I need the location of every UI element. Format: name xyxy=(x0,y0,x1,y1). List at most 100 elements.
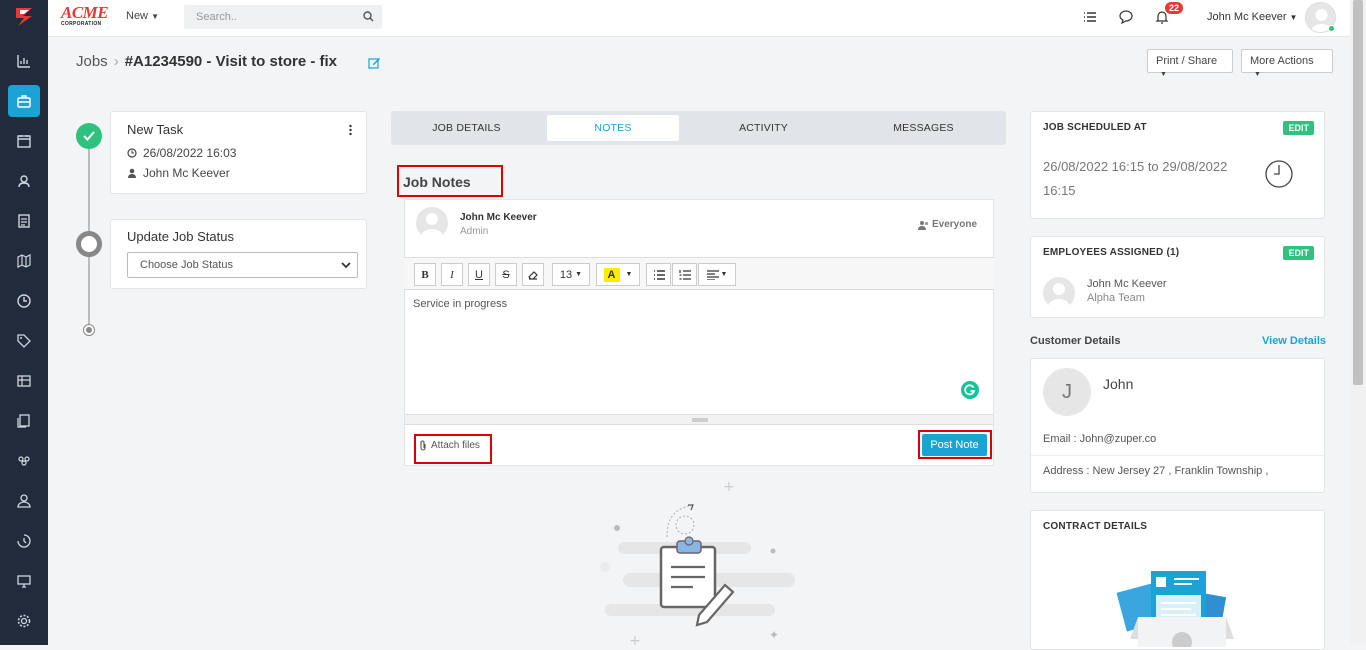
customer-name: John xyxy=(1103,376,1134,392)
chat-icon[interactable] xyxy=(1118,9,1134,25)
bullet-list-button[interactable] xyxy=(646,263,671,286)
font-size-dropdown[interactable]: 13 ▼ xyxy=(552,263,590,286)
search-input[interactable]: Search.. xyxy=(196,11,237,23)
history-icon[interactable] xyxy=(8,525,40,557)
note-editor xyxy=(404,199,994,466)
assets-icon[interactable] xyxy=(8,365,40,397)
align-dropdown[interactable]: ▼ xyxy=(698,263,736,286)
customer-avatar: J xyxy=(1043,368,1091,416)
notification-badge: 22 xyxy=(1165,2,1184,14)
schedule-range: 26/08/2022 16:15 to 29/08/2022 xyxy=(1043,159,1228,174)
author-avatar xyxy=(416,207,448,239)
edit-title-icon[interactable] xyxy=(368,56,381,69)
text-color-icon: A xyxy=(603,267,620,282)
highlight-color-button[interactable]: A ▼ xyxy=(596,263,640,286)
highlight-box xyxy=(918,430,992,459)
map-icon[interactable] xyxy=(8,245,40,277)
caret-down-icon: ▼ xyxy=(1160,71,1167,78)
caret-down-icon: ▼ xyxy=(151,12,159,21)
svg-text:+: + xyxy=(723,479,735,495)
new-dropdown[interactable]: New ▼ xyxy=(126,10,159,22)
visibility-selector[interactable]: Everyone xyxy=(918,219,977,230)
user-menu[interactable]: John Mc Keever ▼ xyxy=(1207,11,1297,23)
search-box[interactable]: Search.. xyxy=(184,5,382,29)
status-title: Update Job Status xyxy=(127,229,234,244)
users-icon[interactable] xyxy=(8,485,40,517)
editor-resize-handle[interactable] xyxy=(405,414,993,425)
page-title: #A1234590 - Visit to store - fix xyxy=(124,53,338,70)
view-details-link[interactable]: View Details xyxy=(1262,335,1326,347)
contract-title: CONTRACT DETAILS xyxy=(1043,521,1148,532)
job-status-select[interactable]: Choose Job Status xyxy=(127,252,358,278)
app-logo-icon[interactable] xyxy=(12,5,36,29)
team-icon[interactable] xyxy=(8,445,40,477)
list-icon[interactable] xyxy=(1082,9,1098,25)
page-scrollbar[interactable] xyxy=(1350,0,1366,645)
search-icon[interactable] xyxy=(363,11,374,22)
jobs-icon[interactable] xyxy=(8,85,40,117)
user-icon xyxy=(128,168,136,178)
contract-illustration-icon xyxy=(1116,571,1234,647)
tab-notes[interactable]: NOTES xyxy=(547,115,679,141)
caret-down-icon: ▼ xyxy=(720,271,728,278)
breadcrumb: Jobs › #A1234590 - Visit to store - fix xyxy=(76,53,338,70)
tab-job-details[interactable]: JOB DETAILS xyxy=(395,115,538,141)
reports-icon[interactable] xyxy=(8,45,40,77)
tab-messages[interactable]: MESSAGES xyxy=(846,115,1001,141)
breadcrumb-jobs-link[interactable]: Jobs xyxy=(76,53,108,70)
task-user: John Mc Keever xyxy=(143,166,230,180)
settings-icon[interactable] xyxy=(8,605,40,637)
kebab-menu-icon[interactable] xyxy=(349,124,352,136)
caret-down-icon: ▼ xyxy=(1254,71,1261,78)
employee-name: John Mc Keever xyxy=(1087,278,1167,290)
underline-button[interactable]: U xyxy=(468,263,490,286)
timesheet-icon[interactable] xyxy=(8,285,40,317)
print-share-button[interactable]: Print / Share ▼ xyxy=(1147,49,1233,78)
divider xyxy=(1031,455,1324,456)
customer-email: Email : John@zuper.co xyxy=(1043,433,1157,445)
task-title: New Task xyxy=(127,122,184,137)
customer-address: Address : New Jersey 27 , Franklin Towns… xyxy=(1043,465,1269,477)
more-actions-button[interactable]: More Actions ▼ xyxy=(1241,49,1333,78)
task-complete-icon xyxy=(76,123,102,149)
highlight-box xyxy=(414,434,492,464)
schedule-card: JOB SCHEDULED AT EDIT 26/08/2022 16:15 t… xyxy=(1030,111,1325,219)
quotes-icon[interactable] xyxy=(8,405,40,437)
note-text-area[interactable]: Service in progress xyxy=(413,298,507,310)
employee-avatar xyxy=(1043,277,1075,309)
bold-button[interactable]: B xyxy=(414,263,436,286)
customer-card: J John Email : John@zuper.co Address : N… xyxy=(1030,358,1325,493)
employees-edit-button[interactable]: EDIT xyxy=(1283,246,1314,260)
svg-text:+: + xyxy=(629,633,641,645)
contract-card: CONTRACT DETAILS xyxy=(1030,510,1325,650)
strikethrough-button[interactable]: S xyxy=(495,263,517,286)
eraser-button[interactable] xyxy=(522,263,544,286)
numbered-list-button[interactable] xyxy=(672,263,697,286)
tab-activity[interactable]: ACTIVITY xyxy=(691,115,836,141)
italic-button[interactable]: I xyxy=(441,263,463,286)
scrollbar-thumb[interactable] xyxy=(1353,0,1363,385)
invoices-icon[interactable] xyxy=(8,205,40,237)
task-card: New Task 26/08/2022 16:03 John Mc Keever xyxy=(110,111,367,194)
caret-down-icon: ▼ xyxy=(1289,13,1298,22)
schedule-range-end: 16:15 xyxy=(1043,183,1076,198)
calendar-icon[interactable] xyxy=(8,125,40,157)
online-status-dot xyxy=(1328,25,1335,32)
bullet-list-icon xyxy=(653,269,665,280)
clock-icon xyxy=(127,148,137,158)
monitor-icon[interactable] xyxy=(8,565,40,597)
highlight-box xyxy=(397,165,503,197)
caret-down-icon: ▼ xyxy=(575,271,583,278)
tags-icon[interactable] xyxy=(8,325,40,357)
brand-logo[interactable]: ACME CORPORATION xyxy=(61,4,115,27)
employees-title: EMPLOYEES ASSIGNED (1) xyxy=(1043,247,1180,258)
numbered-list-icon xyxy=(678,269,691,280)
timeline-end-dot xyxy=(84,325,94,335)
eraser-icon xyxy=(528,270,538,280)
grammarly-icon[interactable] xyxy=(961,381,979,399)
editor-toolbar: B I U S 13 ▼ A ▼ ▼ xyxy=(404,257,994,290)
caret-down-icon: ▼ xyxy=(625,271,633,278)
sidebar xyxy=(0,0,48,645)
schedule-edit-button[interactable]: EDIT xyxy=(1283,121,1314,135)
customers-icon[interactable] xyxy=(8,165,40,197)
